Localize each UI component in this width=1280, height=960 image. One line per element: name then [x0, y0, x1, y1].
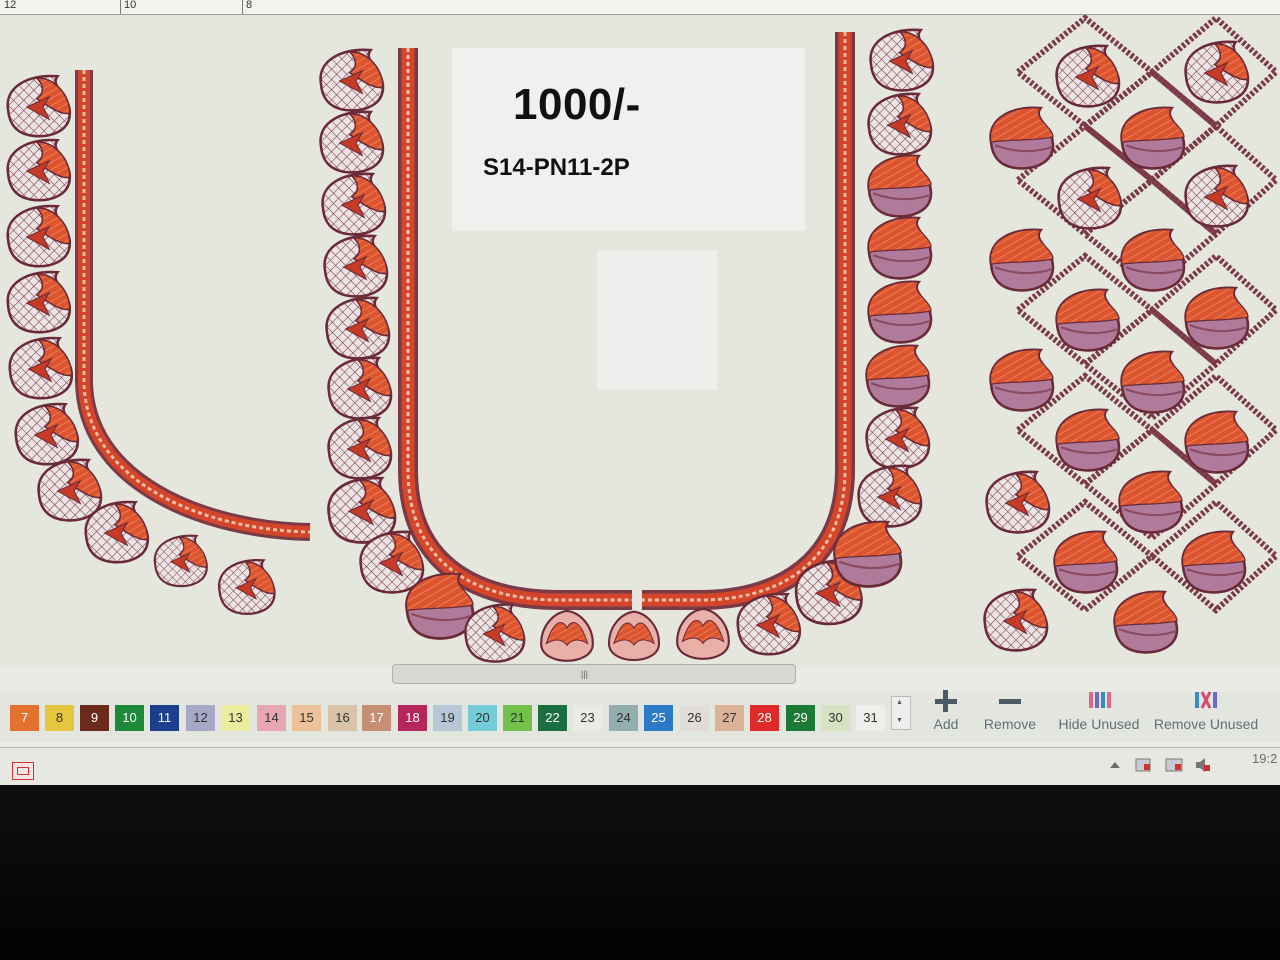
remove-unused-label: Remove Unused	[1153, 716, 1259, 732]
left-neck-border	[75, 70, 311, 541]
ruler-label: 10	[124, 0, 137, 11]
color-swatch-20[interactable]: 20	[468, 705, 497, 731]
color-swatch-9[interactable]: 9	[80, 705, 109, 731]
windows-taskbar	[0, 747, 1280, 785]
price-label-card	[452, 48, 805, 231]
palette-scroll-buttons[interactable]: ▲ ▼	[891, 696, 911, 730]
system-tray-icons[interactable]	[1108, 756, 1218, 776]
remove-unused-icon	[1195, 691, 1217, 709]
color-swatch-27[interactable]: 27	[715, 705, 744, 731]
color-swatch-24[interactable]: 24	[609, 705, 638, 731]
hide-unused-label: Hide Unused	[1058, 716, 1140, 732]
scroll-down-icon[interactable]: ▼	[896, 717, 903, 724]
horizontal-scrollbar[interactable]: |||	[392, 664, 796, 684]
ruler-label: 8	[246, 0, 253, 11]
tray-expand-icon	[1110, 762, 1120, 768]
color-swatch-18[interactable]: 18	[398, 705, 427, 731]
color-swatch-12[interactable]: 12	[186, 705, 215, 731]
taskbar-clock[interactable]: 19:2	[1252, 751, 1277, 766]
color-swatch-22[interactable]: 22	[538, 705, 567, 731]
ruler-tick	[120, 0, 121, 14]
color-swatch-15[interactable]: 15	[292, 705, 321, 731]
color-swatch-14[interactable]: 14	[257, 705, 286, 731]
ruler-tick	[242, 0, 243, 14]
remove-button-label: Remove	[983, 716, 1037, 732]
color-swatch-26[interactable]: 26	[680, 705, 709, 731]
color-swatch-31[interactable]: 31	[856, 705, 885, 731]
color-swatch-28[interactable]: 28	[750, 705, 779, 731]
plus-icon	[935, 690, 957, 712]
add-button[interactable]: Add	[928, 688, 964, 732]
monitor-screen: 12 10 8 1000/- S14-PN11-2P ||| 7 8 9 10 …	[0, 0, 1280, 785]
left-paisley-column	[6, 74, 277, 616]
price-text: 1000/-	[513, 80, 641, 129]
center-bottom-paisleys	[540, 559, 863, 662]
remove-unused-button[interactable]: Remove Unused	[1150, 688, 1262, 732]
add-button-label: Add	[933, 716, 959, 732]
color-swatch-23[interactable]: 23	[573, 705, 602, 731]
monitor-bezel	[0, 785, 1280, 960]
scroll-up-icon[interactable]: ▲	[896, 699, 903, 706]
ruler-label: 12	[4, 0, 17, 11]
color-swatch-13[interactable]: 13	[221, 705, 250, 731]
color-swatch-7[interactable]: 7	[10, 705, 39, 731]
color-swatch-11[interactable]: 11	[150, 705, 179, 731]
hide-unused-icon	[1089, 692, 1111, 708]
remove-button[interactable]: Remove	[978, 688, 1042, 732]
design-code-text: S14-PN11-2P	[483, 154, 630, 181]
minus-icon	[999, 699, 1021, 704]
color-swatch-30[interactable]: 30	[821, 705, 850, 731]
hide-unused-button[interactable]: Hide Unused	[1054, 688, 1144, 732]
color-swatch-17[interactable]: 17	[362, 705, 391, 731]
top-ruler: 12 10 8	[0, 0, 1280, 15]
color-swatch-19[interactable]: 19	[433, 705, 462, 731]
volume-icon	[1196, 758, 1205, 772]
color-swatch-25[interactable]: 25	[644, 705, 673, 731]
color-swatch-21[interactable]: 21	[503, 705, 532, 731]
color-swatch-8[interactable]: 8	[45, 705, 74, 731]
blank-selection-box	[597, 250, 717, 390]
color-swatch-16[interactable]: 16	[328, 705, 357, 731]
scroll-grip-icon[interactable]: |||	[581, 669, 588, 679]
color-swatch-29[interactable]: 29	[786, 705, 815, 731]
taskbar-app-icon[interactable]	[12, 762, 34, 780]
color-swatch-10[interactable]: 10	[115, 705, 144, 731]
